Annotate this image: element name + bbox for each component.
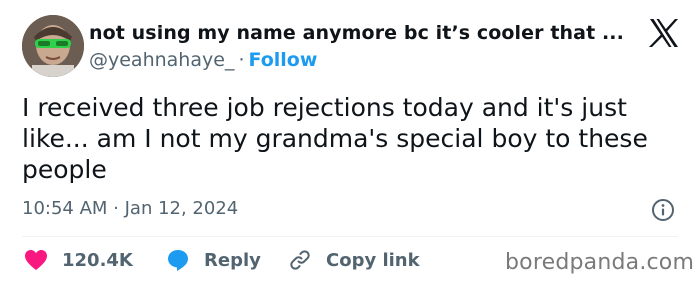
divider bbox=[22, 236, 678, 237]
tweet-card: not using my name anymore bc it’s cooler… bbox=[0, 0, 700, 287]
separator-dot: · bbox=[238, 49, 245, 71]
reply-button[interactable]: Reply bbox=[166, 247, 261, 273]
tweet-text-line: I received three job rejections today an… bbox=[22, 93, 627, 122]
info-icon[interactable] bbox=[651, 198, 675, 222]
copy-link-label: Copy link bbox=[326, 249, 420, 271]
x-logo-icon[interactable] bbox=[648, 18, 680, 48]
follow-button[interactable]: Follow bbox=[248, 49, 317, 71]
heart-icon bbox=[25, 250, 47, 270]
avatar[interactable] bbox=[22, 15, 84, 77]
handle-row: @yeahnahaye_ · Follow bbox=[89, 49, 317, 71]
tweet-text: I received three job rejections today an… bbox=[22, 92, 682, 185]
user-handle[interactable]: @yeahnahaye_ bbox=[89, 49, 234, 71]
tweet-timestamp[interactable]: 10:54 AM · Jan 12, 2024 bbox=[22, 198, 238, 219]
tweet-text-line: people bbox=[22, 155, 107, 184]
display-name[interactable]: not using my name anymore bc it’s cooler… bbox=[89, 22, 624, 44]
link-icon bbox=[290, 250, 310, 270]
reply-label: Reply bbox=[204, 249, 261, 271]
tweet-text-line: like... am I not my grandma's special bo… bbox=[22, 124, 648, 153]
like-button[interactable]: 120.4K bbox=[24, 247, 133, 273]
watermark: boredpanda.com bbox=[505, 250, 695, 275]
speech-bubble-icon bbox=[168, 250, 188, 271]
like-count: 120.4K bbox=[62, 249, 133, 271]
copy-link-button[interactable]: Copy link bbox=[288, 247, 420, 273]
avatar-image bbox=[22, 15, 84, 77]
